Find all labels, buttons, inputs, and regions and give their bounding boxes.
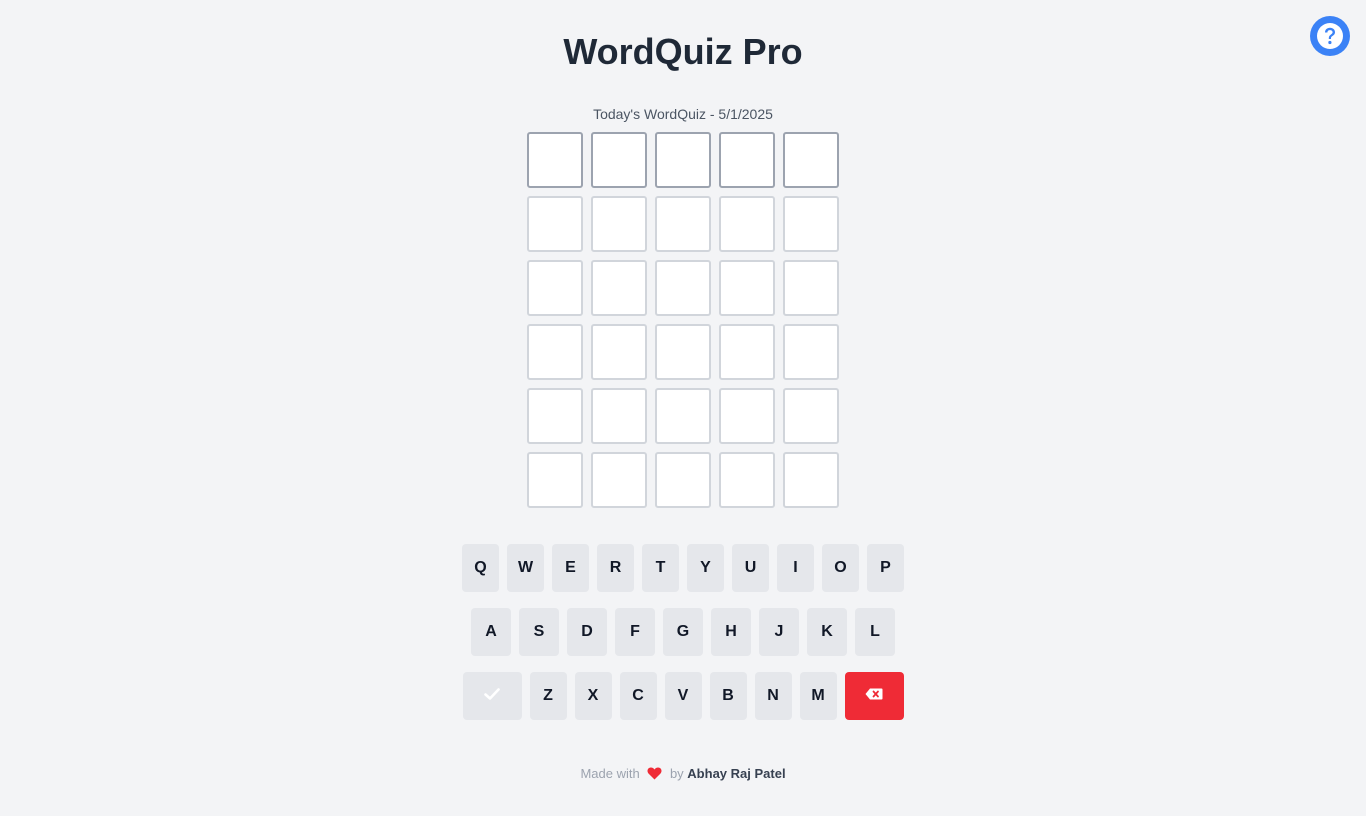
key-m[interactable]: M [799,672,837,720]
key-y[interactable]: Y [687,544,724,592]
backspace-icon [865,687,883,705]
letter-tile [527,388,583,444]
letter-tile [591,388,647,444]
key-j[interactable]: J [759,608,799,656]
letter-tile [591,452,647,508]
letter-tile [719,388,775,444]
enter-key[interactable] [462,672,522,720]
key-z[interactable]: Z [529,672,567,720]
keyboard-row-3: ZXCVBNM [0,672,1366,720]
letter-tile [527,132,583,188]
on-screen-keyboard: QWERTYUIOP ASDFGHJKL ZXCVBNM [0,544,1366,736]
page-title: WordQuiz Pro [563,31,803,72]
key-k[interactable]: K [807,608,847,656]
key-a[interactable]: A [471,608,511,656]
letter-tile [591,132,647,188]
letter-tile [655,324,711,380]
key-x[interactable]: X [574,672,612,720]
key-o[interactable]: O [822,544,859,592]
key-b[interactable]: B [709,672,747,720]
letter-tile [719,196,775,252]
keyboard-row-1: QWERTYUIOP [0,544,1366,592]
key-q[interactable]: Q [462,544,499,592]
author-name[interactable]: Abhay Raj Patel [687,766,785,781]
letter-tile [719,452,775,508]
letter-tile [719,324,775,380]
letter-tile [655,132,711,188]
letter-tile [527,260,583,316]
letter-tile [655,388,711,444]
letter-tile [719,132,775,188]
key-s[interactable]: S [519,608,559,656]
key-v[interactable]: V [664,672,702,720]
guess-board [527,132,839,508]
footer: Made with by Abhay Raj Patel [0,766,1366,784]
letter-tile [783,388,839,444]
letter-tile [655,260,711,316]
footer-by: by [669,766,684,781]
heart-icon [647,767,662,784]
key-g[interactable]: G [663,608,703,656]
letter-tile [783,260,839,316]
key-p[interactable]: P [867,544,904,592]
backspace-key[interactable] [844,672,904,720]
letter-tile [591,324,647,380]
letter-tile [655,196,711,252]
key-i[interactable]: I [777,544,814,592]
letter-tile [783,196,839,252]
key-t[interactable]: T [642,544,679,592]
app: WordQuiz Pro Today's WordQuiz - 5/1/2025… [0,0,1366,816]
letter-tile [783,324,839,380]
letter-tile [591,260,647,316]
key-c[interactable]: C [619,672,657,720]
letter-tile [527,196,583,252]
letter-tile [783,132,839,188]
letter-tile [783,452,839,508]
letter-tile [655,452,711,508]
key-w[interactable]: W [507,544,544,592]
letter-tile [591,196,647,252]
keyboard-row-2: ASDFGHJKL [0,608,1366,656]
footer-made-with: Made with [580,766,640,781]
letter-tile [527,452,583,508]
puzzle-date-label: Today's WordQuiz - 5/1/2025 [593,106,773,122]
key-u[interactable]: U [732,544,769,592]
key-f[interactable]: F [615,608,655,656]
key-d[interactable]: D [567,608,607,656]
key-r[interactable]: R [597,544,634,592]
letter-tile [719,260,775,316]
check-icon [484,687,500,705]
letter-tile [527,324,583,380]
key-n[interactable]: N [754,672,792,720]
key-h[interactable]: H [711,608,751,656]
key-l[interactable]: L [855,608,895,656]
key-e[interactable]: E [552,544,589,592]
